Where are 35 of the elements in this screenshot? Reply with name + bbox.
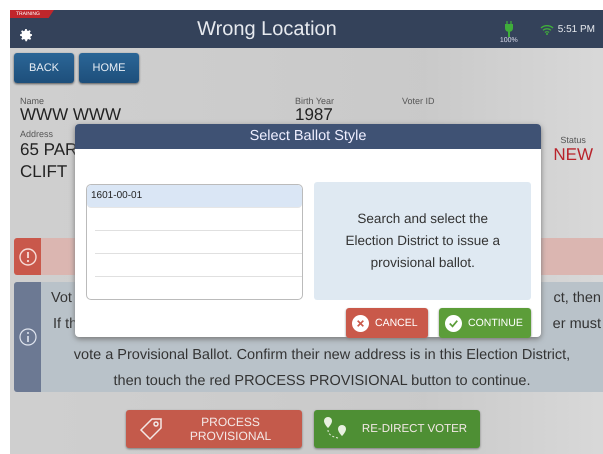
info-text: Vot (51, 289, 72, 308)
continue-button[interactable]: CONTINUE (439, 308, 531, 338)
field-label: Voter ID (402, 96, 436, 106)
redirect-voter-button[interactable]: RE-DIRECT VOTER (314, 410, 480, 448)
close-icon (352, 314, 369, 332)
field-label: Address (20, 129, 54, 139)
alert-icon (18, 248, 36, 266)
info-text: then touch the red PROCESS PROVISIONAL button to continue. (112, 372, 532, 391)
address-line: CLIFT (20, 161, 68, 183)
info-text: er must (552, 315, 601, 334)
instruction-text: Search and select the Election District to issue a provisional ballot. (314, 182, 531, 300)
tag-icon (138, 416, 164, 442)
district-item[interactable]: 1601-00-01 (87, 185, 302, 208)
nav-button[interactable]: BACK (14, 53, 74, 83)
voter-status: NEW (553, 145, 593, 165)
district-list[interactable]: 1601-00-01 (86, 184, 304, 300)
wifi-icon (540, 24, 554, 34)
process-provisional-button[interactable]: PROCESS PROVISIONAL (126, 410, 302, 448)
cancel-button[interactable]: CANCEL (346, 308, 428, 338)
dialog-title: Select Ballot Style (75, 124, 541, 149)
birth-year: 1987 (295, 106, 334, 123)
check-icon (445, 314, 462, 332)
address-line: 65 PAR (20, 139, 78, 161)
power-plug-icon (504, 20, 514, 36)
nav-button[interactable]: HOME (79, 53, 139, 83)
info-text: vote a Provisional Ballot. Confirm their new address is in this Election District, (72, 346, 572, 365)
field-label: Status (560, 135, 586, 145)
field-label: Name (20, 96, 46, 106)
voter-name: WWW WWW (20, 106, 122, 123)
settings-icon[interactable] (18, 27, 34, 43)
info-icon (18, 328, 36, 346)
screen-title: Wrong Location (196, 18, 338, 40)
field-label: Birth Year (295, 96, 336, 106)
info-text: ct, then (553, 289, 601, 308)
clock-time: 5:51 PM (558, 24, 595, 34)
